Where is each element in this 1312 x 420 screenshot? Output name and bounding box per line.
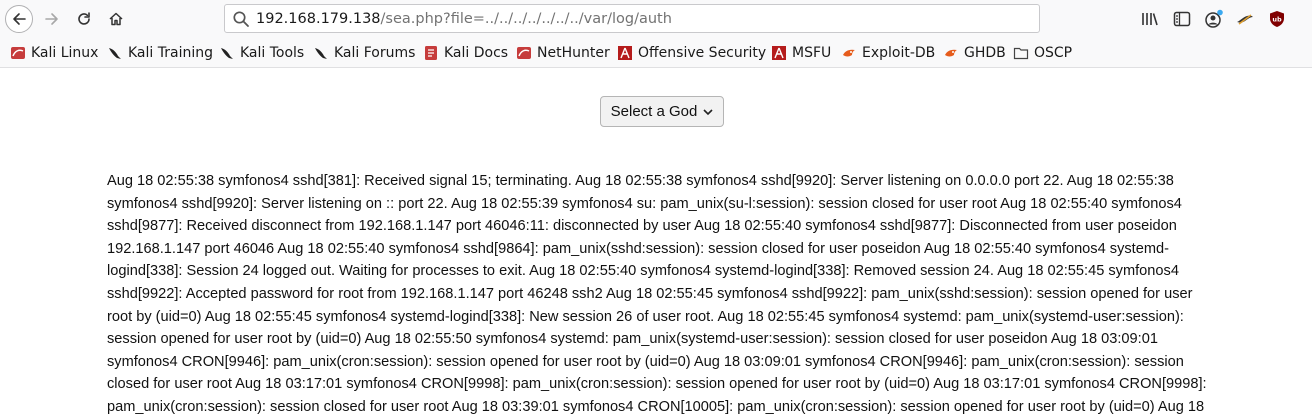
bookmark-msfu[interactable]: MSFU — [771, 43, 831, 63]
url-bar[interactable]: 192.168.179.138/sea.php?file=../../../..… — [224, 4, 1040, 33]
offsec-icon — [618, 46, 632, 60]
kali-docs-icon — [425, 46, 437, 60]
back-icon — [13, 13, 26, 25]
bookmark-label: MSFU — [792, 45, 832, 61]
forward-icon — [45, 13, 58, 25]
url-host: 192.168.179.138 — [256, 10, 381, 27]
bookmark-label: Kali Training — [128, 45, 213, 61]
sidebar-icon — [1173, 11, 1191, 27]
navigation-toolbar: 192.168.179.138/sea.php?file=../../../..… — [0, 0, 1312, 38]
bookmark-kali-linux[interactable]: Kali Linux — [10, 43, 98, 63]
bookmark-exploit-db[interactable]: Exploit-DB — [841, 43, 935, 63]
kali-icon — [11, 47, 25, 59]
library-icon — [1142, 13, 1158, 26]
auth-log-output: Aug 18 02:55:38 symfonos4 sshd[381]: Rec… — [107, 173, 1207, 415]
bookmark-label: NetHunter — [537, 45, 610, 61]
svg-text:ub: ub — [1272, 16, 1282, 24]
kali-dragon-icon — [315, 48, 327, 59]
kali-dragon-icon — [221, 48, 233, 59]
chevron-down-icon — [703, 108, 713, 115]
kali-dragon-icon — [109, 48, 121, 59]
exploitdb-icon — [945, 49, 957, 57]
account-icon — [1205, 9, 1223, 28]
account-button[interactable] — [1204, 9, 1224, 29]
bookmark-label: Exploit-DB — [862, 45, 936, 61]
extension-icon — [1237, 14, 1253, 25]
kali-icon — [517, 47, 531, 59]
exploitdb-icon — [843, 49, 855, 57]
sidebar-button[interactable] — [1172, 9, 1192, 29]
search-icon — [233, 10, 249, 27]
offsec-icon — [772, 46, 786, 60]
ublock-button[interactable]: ub — [1267, 9, 1287, 29]
library-button[interactable] — [1140, 9, 1160, 29]
bookmark-label: GHDB — [964, 45, 1006, 61]
bookmark-label: OSCP — [1034, 45, 1073, 61]
bookmark-nethunter[interactable]: NetHunter — [516, 43, 610, 63]
bookmark-kali-training[interactable]: Kali Training — [107, 43, 213, 63]
bookmark-label: Kali Docs — [444, 45, 509, 61]
folder-icon — [1013, 47, 1029, 60]
extension-button[interactable] — [1235, 9, 1255, 29]
forward-button[interactable] — [38, 5, 66, 33]
bookmark-label: Offensive Security — [638, 45, 767, 61]
reload-icon — [78, 12, 90, 25]
bookmark-kali-tools[interactable]: Kali Tools — [219, 43, 304, 63]
bookmark-kali-docs[interactable]: Kali Docs — [423, 43, 508, 63]
select-god-dropdown[interactable]: Select a God — [600, 96, 724, 127]
reload-button[interactable] — [70, 5, 98, 33]
url-text[interactable]: 192.168.179.138/sea.php?file=../../../..… — [256, 11, 672, 27]
home-button[interactable] — [102, 5, 130, 33]
bookmark-offensive-security[interactable]: Offensive Security — [617, 43, 766, 63]
bookmark-ghdb[interactable]: GHDB — [943, 43, 1006, 63]
bookmark-folder-oscp[interactable]: OSCP — [1013, 43, 1072, 63]
bookmarks-toolbar: Kali Linux Kali Training Kali Tools Kali… — [0, 38, 1312, 68]
bookmark-label: Kali Forums — [334, 45, 416, 61]
bookmark-kali-forums[interactable]: Kali Forums — [313, 43, 415, 63]
back-button[interactable] — [5, 5, 33, 33]
ublock-icon: ub — [1270, 11, 1284, 27]
bookmark-label: Kali Tools — [240, 45, 305, 61]
url-path: /sea.php?file=../../../../../../../var/l… — [380, 10, 672, 27]
home-icon — [109, 12, 123, 26]
select-god-label: Select a God — [610, 103, 698, 120]
bookmark-label: Kali Linux — [31, 45, 99, 61]
